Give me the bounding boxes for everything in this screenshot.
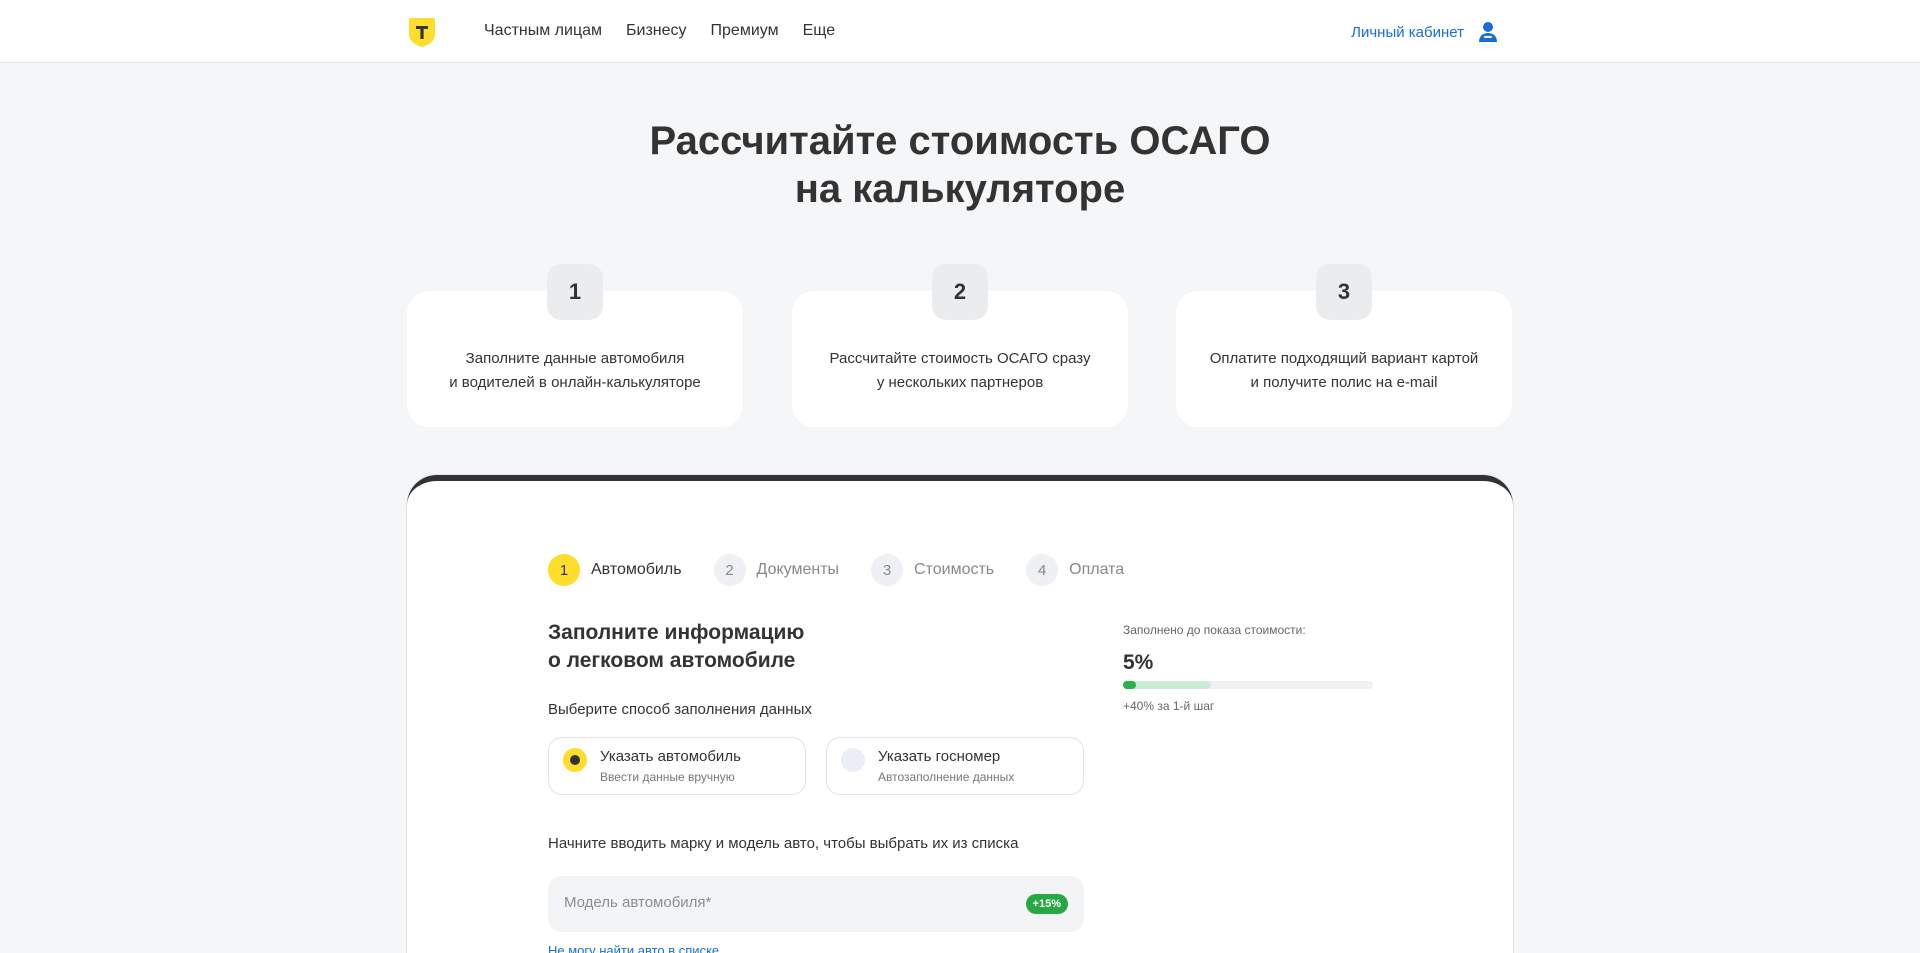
nav-item-premium[interactable]: Премиум xyxy=(711,22,779,40)
option-title: Указать госномер xyxy=(878,748,1001,765)
step-description-line2: у нескольких партнеров xyxy=(876,374,1044,391)
progress-bonus-badge: +15% xyxy=(1025,894,1068,914)
progress-label: Заполнено до показа стоимости: xyxy=(1123,623,1306,637)
option-specify-car[interactable]: Указать автомобиль Ввести данные вручную xyxy=(548,737,806,795)
stepper-step-label: Автомобиль xyxy=(591,561,682,578)
page-title: Рассчитайте стоимость ОСАГО на калькулят… xyxy=(0,117,1920,213)
radio-button-checked[interactable] xyxy=(563,748,587,772)
step-card-2: 2 Рассчитайте стоимость ОСАГО сразу у не… xyxy=(792,264,1128,427)
step-number: 2 xyxy=(932,264,988,320)
step-description: Рассчитайте стоимость ОСАГО сразу у неск… xyxy=(812,347,1108,395)
stepper-step-label: Оплата xyxy=(1069,561,1125,578)
stepper-step-label: Документы xyxy=(756,561,840,578)
step-card-3: 3 Оплатите подходящий вариант картой и п… xyxy=(1176,264,1512,427)
nav-item-business[interactable]: Бизнесу xyxy=(626,22,687,40)
form-title-line2: о легковом автомобиле xyxy=(548,649,796,672)
model-hint: Начните вводить марку и модель авто, что… xyxy=(548,835,1019,852)
step-description: Оплатите подходящий вариант картой и пол… xyxy=(1196,347,1492,395)
form-title-line1: Заполните информацию xyxy=(548,621,805,644)
user-icon[interactable] xyxy=(1476,20,1500,44)
step-description-line2: и водителей в онлайн-калькуляторе xyxy=(449,374,701,391)
progress-note: +40% за 1-й шаг xyxy=(1123,699,1215,713)
site-header: Частным лицам Бизнесу Премиум Еще Личный… xyxy=(0,0,1920,63)
nav-item-more[interactable]: Еще xyxy=(803,22,836,40)
step-description-line1: Оплатите подходящий вариант картой xyxy=(1209,350,1479,367)
stepper-step-number: 2 xyxy=(713,554,746,586)
stepper-step-price[interactable]: 3 Стоимость xyxy=(871,554,994,586)
step-number: 1 xyxy=(547,264,603,320)
step-number: 3 xyxy=(1316,264,1372,320)
option-specify-plate[interactable]: Указать госномер Автозаполнение данных xyxy=(826,737,1084,795)
fill-progress: Заполнено до показа стоимости: 5% +40% з… xyxy=(1123,623,1373,713)
stepper-step-number: 3 xyxy=(871,554,904,586)
account-area: Личный кабинет xyxy=(1351,20,1500,44)
fill-method-label: Выберите способ заполнения данных xyxy=(548,701,812,718)
step-description-line2: и получите полис на e-mail xyxy=(1250,374,1438,391)
form-title: Заполните информацию о легковом автомоби… xyxy=(548,619,804,675)
page-title-line1: Рассчитайте стоимость ОСАГО xyxy=(649,119,1271,163)
stepper-step-number: 4 xyxy=(1026,554,1059,586)
page-title-line2: на калькуляторе xyxy=(794,167,1126,211)
stepper-step-number: 1 xyxy=(548,554,580,586)
account-link[interactable]: Личный кабинет xyxy=(1351,24,1464,41)
stepper-step-label: Стоимость xyxy=(914,561,995,578)
option-subtitle: Автозаполнение данных xyxy=(878,770,1015,784)
step-description-line1: Рассчитайте стоимость ОСАГО сразу xyxy=(829,350,1091,367)
progress-percent: 5% xyxy=(1123,651,1154,674)
main-nav: Частным лицам Бизнесу Премиум Еще xyxy=(484,22,835,40)
progress-bar-fill xyxy=(1123,681,1136,689)
progress-bar xyxy=(1123,681,1373,689)
form-stepper: 1 Автомобиль 2 Документы 3 Стоимость 4 О… xyxy=(548,554,1156,586)
step-description-line1: Заполните данные автомобиля xyxy=(465,350,685,367)
stepper-step-documents[interactable]: 2 Документы xyxy=(713,554,840,586)
option-subtitle: Ввести данные вручную xyxy=(600,770,735,784)
stepper-step-payment[interactable]: 4 Оплата xyxy=(1026,554,1124,586)
tbank-logo-icon[interactable] xyxy=(407,17,437,48)
car-model-placeholder: Модель автомобиля* xyxy=(564,894,712,911)
progress-bar-potential xyxy=(1123,681,1211,689)
calculator-form: 1 Автомобиль 2 Документы 3 Стоимость 4 О… xyxy=(407,475,1513,953)
cant-find-car-link[interactable]: Не могу найти авто в списке xyxy=(548,943,719,953)
option-title: Указать автомобиль xyxy=(600,748,741,765)
step-description: Заполните данные автомобиля и водителей … xyxy=(427,347,723,395)
step-card-1: 1 Заполните данные автомобиля и водителе… xyxy=(407,264,743,427)
nav-item-individuals[interactable]: Частным лицам xyxy=(484,22,602,40)
radio-button[interactable] xyxy=(841,748,865,772)
car-model-input[interactable]: Модель автомобиля* +15% xyxy=(548,876,1084,932)
stepper-step-car[interactable]: 1 Автомобиль xyxy=(548,554,682,586)
